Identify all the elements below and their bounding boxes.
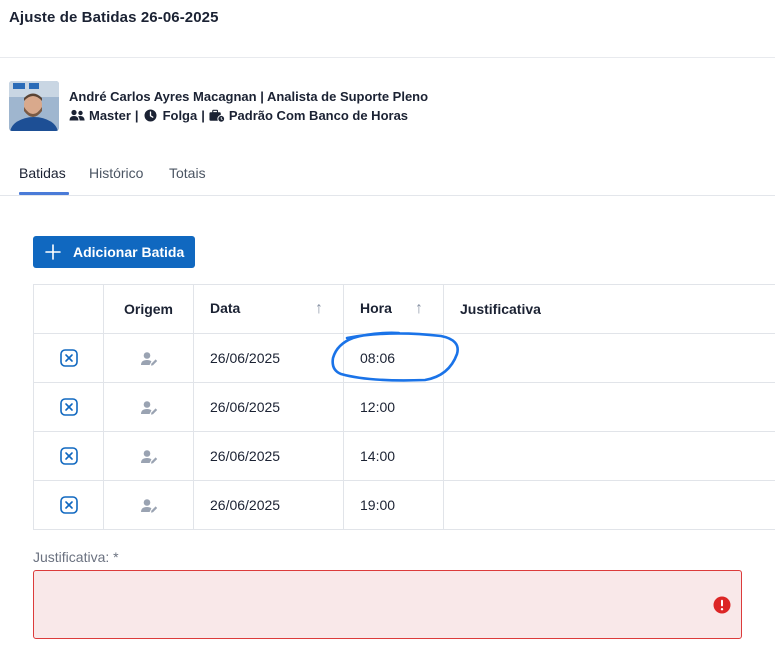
date-cell: 26/06/2025: [193, 480, 344, 530]
time-cell: 14:00: [343, 431, 444, 481]
time-cell: 12:00: [343, 382, 444, 432]
users-icon: [69, 109, 85, 123]
remove-cell: [33, 382, 104, 432]
user-edit-icon: [140, 400, 157, 415]
meta-separator: |: [201, 108, 205, 123]
user-schedule: Folga: [162, 108, 198, 123]
remove-cell: [33, 431, 104, 481]
col-header-justificativa: Justificativa: [443, 284, 775, 334]
remove-cell: [33, 333, 104, 383]
table-row: 26/06/2025 19:00: [33, 480, 775, 530]
remove-icon[interactable]: [59, 398, 78, 416]
user-name-role: André Carlos Ayres Macagnan | Analista d…: [69, 89, 429, 104]
sort-arrow-icon[interactable]: ↑: [315, 300, 323, 318]
col-header-origem: Origem: [103, 284, 194, 334]
user-group: Master: [89, 108, 131, 123]
user-meta: Master | Folga | Padrão Com Banco de Hor…: [69, 108, 408, 123]
tab-bar: Batidas Histórico Totais: [0, 158, 775, 196]
col-header-data[interactable]: Data ↑: [193, 284, 344, 334]
meta-separator: |: [134, 108, 139, 123]
time-cell: 19:00: [343, 480, 444, 530]
table-row: 26/06/2025 12:00: [33, 382, 775, 432]
user-edit-icon: [140, 351, 157, 366]
sort-arrow-icon[interactable]: ↑: [415, 300, 423, 318]
add-batida-button[interactable]: Adicionar Batida: [33, 236, 195, 268]
clock-icon: [143, 109, 159, 123]
tab-batidas[interactable]: Batidas: [19, 165, 66, 181]
col-header-actions: [33, 284, 104, 334]
active-tab-indicator: [19, 192, 69, 195]
error-icon: [713, 596, 731, 614]
origin-cell: [103, 431, 194, 481]
avatar: [9, 81, 59, 131]
date-cell: 26/06/2025: [193, 382, 344, 432]
justification-cell: [443, 382, 775, 432]
remove-icon[interactable]: [59, 349, 78, 367]
date-cell: 26/06/2025: [193, 333, 344, 383]
justification-cell: [443, 333, 775, 383]
time-cell: 08:06: [343, 333, 444, 383]
origin-cell: [103, 333, 194, 383]
add-batida-label: Adicionar Batida: [73, 244, 185, 260]
page-title: Ajuste de Batidas 26-06-2025: [9, 9, 219, 26]
col-header-data-label: Data: [210, 300, 241, 316]
user-edit-icon: [140, 449, 157, 464]
remove-cell: [33, 480, 104, 530]
header-divider: [0, 57, 775, 58]
table-header-row: Origem Data ↑ Hora ↑ Justificativa: [33, 284, 775, 334]
date-cell: 26/06/2025: [193, 431, 344, 481]
remove-icon[interactable]: [59, 447, 78, 465]
justification-textarea[interactable]: [33, 570, 742, 639]
user-edit-icon: [140, 498, 157, 513]
batidas-table: Origem Data ↑ Hora ↑ Justificativa 26/06…: [33, 284, 775, 530]
user-bank: Padrão Com Banco de Horas: [228, 108, 409, 123]
table-row: 26/06/2025 14:00: [33, 431, 775, 481]
tab-totais[interactable]: Totais: [169, 165, 206, 181]
justification-cell: [443, 480, 775, 530]
justification-cell: [443, 431, 775, 481]
origin-cell: [103, 480, 194, 530]
briefcase-icon: [209, 109, 225, 123]
table-row: 26/06/2025 08:06: [33, 333, 775, 383]
justification-label: Justificativa: *: [33, 549, 119, 565]
col-header-hora[interactable]: Hora ↑: [343, 284, 444, 334]
origin-cell: [103, 382, 194, 432]
col-header-hora-label: Hora: [360, 300, 392, 316]
tab-historico[interactable]: Histórico: [89, 165, 143, 181]
plus-icon: [45, 244, 61, 260]
remove-icon[interactable]: [59, 496, 78, 514]
